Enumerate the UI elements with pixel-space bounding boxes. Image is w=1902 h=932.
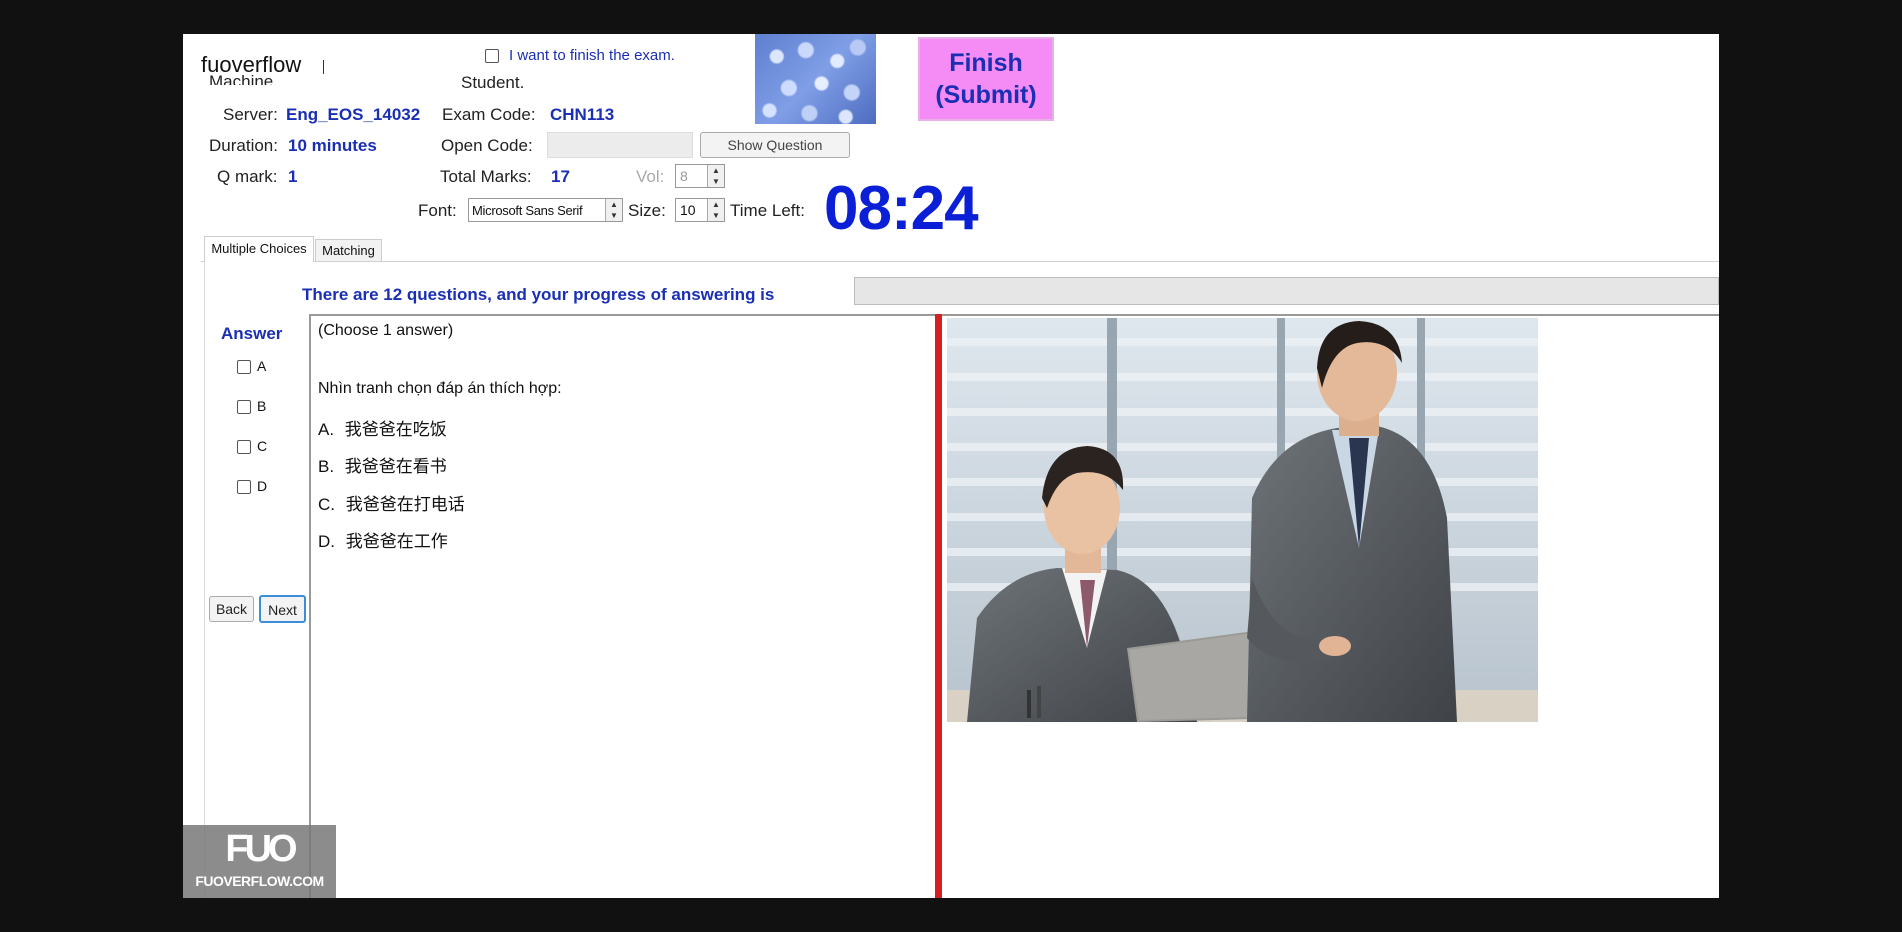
- duration-label: Duration:: [209, 136, 278, 155]
- answer-checkbox[interactable]: [237, 480, 251, 494]
- tab-strip-line: [201, 261, 1719, 262]
- option-letter: C.: [318, 495, 335, 514]
- student-avatar: [755, 34, 876, 124]
- vol-label: Vol:: [636, 167, 665, 186]
- progress-text: There are 12 questions, and your progres…: [302, 285, 775, 304]
- watermark: FUO FUOVERFLOW.COM: [183, 825, 336, 898]
- text-cursor: [323, 60, 324, 74]
- tab-matching[interactable]: Matching: [315, 239, 382, 261]
- answer-checkbox[interactable]: [237, 440, 251, 454]
- spinner-arrows-icon[interactable]: ▲ ▼: [707, 199, 724, 221]
- finish-exam-checkbox-label[interactable]: I want to finish the exam.: [509, 47, 675, 64]
- size-label: Size:: [628, 201, 666, 220]
- question-prompt: Nhìn tranh chọn đáp án thích hợp:: [318, 380, 562, 397]
- watermark-logo: FUO: [225, 828, 297, 870]
- option-letter: D.: [318, 532, 335, 551]
- exam-window: fuoverflow I want to finish the exam. Ma…: [183, 34, 1719, 898]
- answer-checkbox[interactable]: [237, 360, 251, 374]
- tab-multiple-choices[interactable]: Multiple Choices: [204, 236, 314, 262]
- open-code-input[interactable]: [547, 132, 693, 158]
- timer-display: 08:24: [824, 174, 979, 243]
- spinner-arrows-icon[interactable]: ▲ ▼: [707, 165, 724, 187]
- machine-label: Machine: [209, 72, 274, 85]
- answer-title: Answer: [221, 324, 283, 343]
- question-option-b: B. 我爸爸在看书: [318, 452, 447, 477]
- answer-label: C: [257, 438, 268, 454]
- size-spinner[interactable]: 10 ▲ ▼: [675, 198, 725, 222]
- size-value: 10: [680, 202, 696, 218]
- answer-checkbox[interactable]: [237, 400, 251, 414]
- finish-button-line2: (Submit): [935, 81, 1037, 109]
- progress-bar: [854, 277, 1719, 305]
- exam-code-value: CHN113: [550, 105, 615, 124]
- font-value: Microsoft Sans Serif: [472, 203, 583, 218]
- vol-spinner[interactable]: 8 ▲ ▼: [675, 164, 725, 188]
- font-spinner[interactable]: Microsoft Sans Serif ▲ ▼: [468, 198, 623, 222]
- total-marks-label: Total Marks:: [440, 167, 532, 186]
- server-label: Server:: [223, 105, 278, 124]
- finish-button-line1: Finish: [949, 49, 1023, 77]
- open-code-label: Open Code:: [441, 136, 533, 155]
- option-letter: A.: [318, 420, 335, 439]
- finish-submit-button[interactable]: Finish (Submit): [918, 37, 1054, 121]
- finish-exam-checkbox[interactable]: [485, 49, 499, 63]
- watermark-site: FUOVERFLOW.COM: [195, 873, 324, 889]
- pane-splitter[interactable]: [935, 314, 942, 898]
- question-image: [947, 318, 1538, 722]
- option-text: 我爸爸在看书: [344, 457, 447, 476]
- question-option-d: D. 我爸爸在工作: [318, 527, 448, 552]
- tab-panel-border: [204, 262, 205, 898]
- spinner-arrows-icon[interactable]: ▲ ▼: [605, 199, 622, 221]
- question-option-c: C. 我爸爸在打电话: [318, 490, 465, 515]
- option-letter: B.: [318, 457, 335, 476]
- question-image-illustration: [947, 318, 1538, 722]
- qmark-label: Q mark:: [217, 167, 278, 186]
- exam-code-label: Exam Code:: [442, 105, 536, 124]
- answer-label: B: [257, 398, 267, 414]
- back-button[interactable]: Back: [209, 596, 254, 622]
- show-question-button[interactable]: Show Question: [700, 132, 850, 158]
- answer-label: D: [257, 478, 268, 494]
- answer-label: A: [257, 358, 267, 374]
- time-left-label: Time Left:: [730, 201, 805, 220]
- question-option-a: A. 我爸爸在吃饭: [318, 415, 447, 440]
- font-label: Font:: [418, 201, 457, 220]
- option-text: 我爸爸在吃饭: [344, 420, 447, 439]
- student-label: Student.: [461, 73, 525, 92]
- question-instruction: (Choose 1 answer): [318, 322, 454, 339]
- qmark-value: 1: [288, 167, 298, 186]
- duration-value: 10 minutes: [288, 136, 377, 155]
- next-button[interactable]: Next: [259, 595, 306, 623]
- server-value: Eng_EOS_14032: [286, 105, 421, 124]
- total-marks-value: 17: [551, 167, 570, 186]
- vol-value: 8: [680, 168, 688, 184]
- option-text: 我爸爸在工作: [345, 532, 448, 551]
- option-text: 我爸爸在打电话: [345, 495, 465, 514]
